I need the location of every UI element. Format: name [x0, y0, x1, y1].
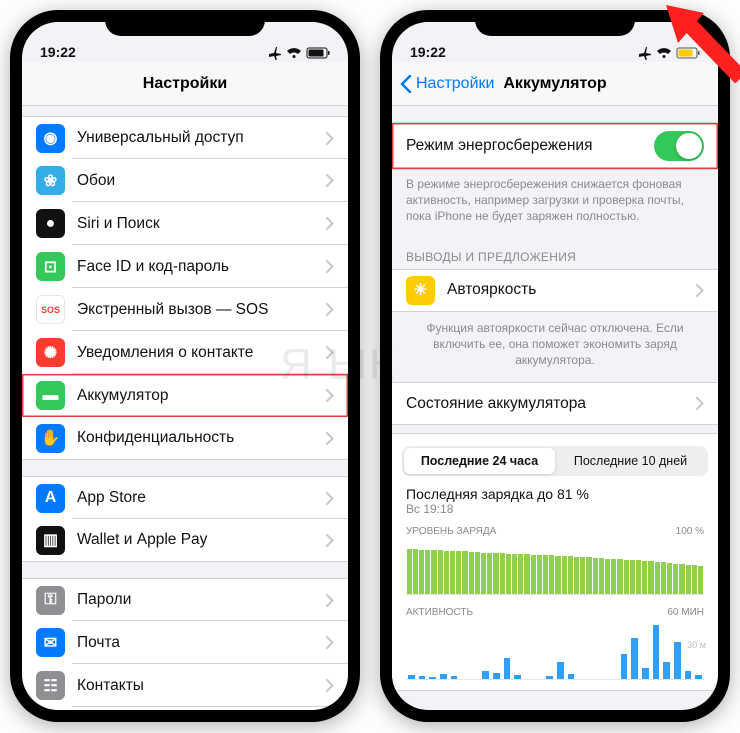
settings-row-sos[interactable]: SOS Экстренный вызов — SOS	[22, 288, 348, 331]
settings-row-label: Face ID и код-пароль	[77, 258, 326, 276]
chevron-right-icon	[326, 132, 334, 145]
appstore-icon: A	[36, 484, 65, 513]
chevron-right-icon	[326, 260, 334, 273]
settings-row-label: Siri и Поиск	[77, 215, 326, 233]
privacy-icon: ✋	[36, 424, 65, 453]
settings-row-contacts[interactable]: ☷ Контакты	[22, 664, 348, 707]
accessibility-icon: ◉	[36, 124, 65, 153]
wifi-icon	[286, 47, 302, 59]
wallpaper-icon: ❀	[36, 166, 65, 195]
chevron-right-icon	[326, 636, 334, 649]
airplane-icon	[268, 46, 282, 60]
activity-ymid: 30 м	[687, 640, 706, 650]
settings-row-calendar[interactable]: ▦Календарь	[22, 707, 348, 710]
settings-row-siri[interactable]: ● Siri и Поиск	[22, 202, 348, 245]
level-ymax: 100 %	[676, 526, 704, 537]
settings-row-battery[interactable]: ▬ Аккумулятор	[22, 374, 348, 417]
chevron-right-icon	[326, 217, 334, 230]
insights-header: ВЫВОДЫ И ПРЕДЛОЖЕНИЯ	[392, 243, 718, 269]
chevron-right-icon	[326, 346, 334, 359]
settings-row-wallet[interactable]: ▥ Wallet и Apple Pay	[22, 519, 348, 562]
last-charge-sub: Вс 19:18	[392, 502, 718, 522]
battery-level-chart	[406, 539, 704, 595]
back-button[interactable]: Настройки	[400, 75, 494, 93]
chevron-right-icon	[326, 432, 334, 445]
contacts-icon: ☷	[36, 671, 65, 700]
settings-row-label: Универсальный доступ	[77, 129, 326, 147]
phone-right: 19:22 Настройки Аккумулятор Режим энерго…	[380, 10, 730, 722]
activity-chart: 30 м	[406, 620, 704, 680]
settings-row-label: Почта	[77, 634, 326, 652]
auto-brightness-row[interactable]: ☀ Автояркость	[392, 269, 718, 312]
chevron-right-icon	[326, 174, 334, 187]
settings-row-mail[interactable]: ✉ Почта	[22, 621, 348, 664]
auto-brightness-footer: Функция автояркости сейчас отключена. Ес…	[392, 312, 718, 377]
settings-row-label: Конфиденциальность	[77, 429, 326, 447]
chevron-right-icon	[326, 303, 334, 316]
back-label: Настройки	[416, 75, 494, 93]
battery-health-label: Состояние аккумулятора	[406, 395, 696, 413]
settings-row-passwords[interactable]: ⚿ Пароли	[22, 578, 348, 621]
chevron-left-icon	[400, 75, 412, 93]
settings-row-label: Обои	[77, 172, 326, 190]
key-icon: ⚿	[36, 586, 65, 615]
low-power-mode-toggle[interactable]	[654, 131, 704, 161]
wallet-icon: ▥	[36, 526, 65, 555]
brightness-icon: ☀	[406, 276, 435, 305]
settings-row-label: Пароли	[77, 591, 326, 609]
settings-row-label: Экстренный вызов — SOS	[77, 301, 326, 319]
auto-brightness-label: Автояркость	[447, 281, 696, 299]
phone-left: 19:22 Настройки ◉ Универсальный доступ ❀ Об…	[10, 10, 360, 722]
annotation-arrow	[656, 3, 740, 83]
mail-icon: ✉	[36, 628, 65, 657]
chevron-right-icon	[326, 679, 334, 692]
settings-row-label: Уведомления о контакте	[77, 344, 326, 362]
status-time: 19:22	[40, 44, 76, 60]
settings-row-label: Wallet и Apple Pay	[77, 531, 326, 549]
settings-row-label: App Store	[77, 489, 326, 507]
chevron-right-icon	[326, 492, 334, 505]
settings-row-faceid[interactable]: ⊡ Face ID и код-пароль	[22, 245, 348, 288]
low-power-mode-label: Режим энергосбережения	[406, 137, 654, 155]
navbar: Настройки	[22, 62, 348, 106]
siri-icon: ●	[36, 209, 65, 238]
chevron-right-icon	[696, 284, 704, 297]
settings-row-wallpaper[interactable]: ❀ Обои	[22, 159, 348, 202]
notch	[105, 10, 265, 36]
battery-icon	[306, 47, 330, 59]
settings-row-label: Контакты	[77, 677, 326, 695]
settings-row-appstore[interactable]: A App Store	[22, 476, 348, 519]
page-title: Аккумулятор	[503, 75, 606, 93]
low-power-mode-row[interactable]: Режим энергосбережения	[392, 122, 718, 170]
settings-row-privacy[interactable]: ✋ Конфиденциальность	[22, 417, 348, 460]
activity-ymax: 60 мин	[667, 607, 704, 618]
level-header: УРОВЕНЬ ЗАРЯДА	[406, 526, 496, 537]
airplane-icon	[638, 46, 652, 60]
settings-row-label: Аккумулятор	[77, 387, 326, 405]
battery-icon: ▬	[36, 381, 65, 410]
low-power-footer: В режиме энергосбережения снижается фоно…	[392, 170, 718, 229]
page-title: Настройки	[143, 75, 227, 93]
time-range-segmented[interactable]: Последние 24 часа Последние 10 дней	[402, 446, 708, 476]
chevron-right-icon	[696, 397, 704, 410]
settings-row-accessibility[interactable]: ◉ Универсальный доступ	[22, 116, 348, 159]
segment-10d[interactable]: Последние 10 дней	[555, 448, 706, 474]
segment-24h[interactable]: Последние 24 часа	[404, 448, 555, 474]
chevron-right-icon	[326, 534, 334, 547]
notch	[475, 10, 635, 36]
sos-icon: SOS	[36, 295, 65, 324]
activity-header: АКТИВНОСТЬ	[406, 607, 473, 618]
faceid-icon: ⊡	[36, 252, 65, 281]
last-charge-title: Последняя зарядка до 81 %	[392, 476, 718, 502]
exposure-icon: ✺	[36, 338, 65, 367]
settings-row-exposure[interactable]: ✺ Уведомления о контакте	[22, 331, 348, 374]
chevron-right-icon	[326, 594, 334, 607]
battery-health-row[interactable]: Состояние аккумулятора	[392, 382, 718, 425]
status-time: 19:22	[410, 44, 446, 60]
chevron-right-icon	[326, 389, 334, 402]
